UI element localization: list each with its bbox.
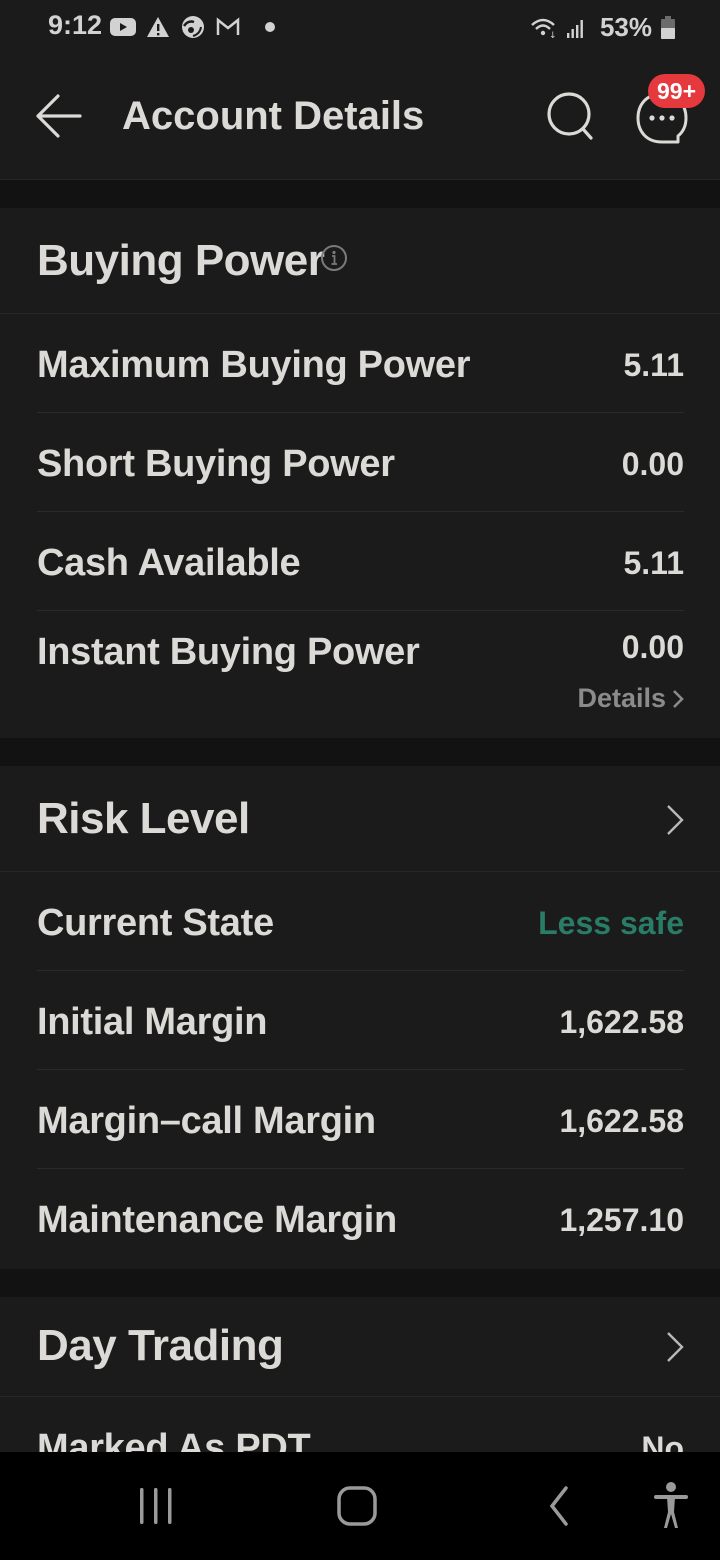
list-item: Marked As PDT No	[37, 1397, 684, 1452]
gmail-icon	[216, 17, 240, 35]
list-item: Initial Margin 1,622.58	[37, 971, 684, 1070]
section-divider	[0, 738, 720, 766]
notification-icons	[110, 14, 278, 40]
row-value: 0.00	[621, 446, 684, 482]
recent-apps-button[interactable]	[134, 1480, 178, 1537]
back-button[interactable]	[30, 88, 86, 144]
list-item: Margin–call Margin 1,622.58	[37, 1070, 684, 1169]
page-title: Account Details	[122, 94, 425, 138]
search-button[interactable]	[544, 90, 598, 144]
accessibility-button[interactable]	[648, 1480, 694, 1537]
risk-level-header[interactable]: Risk Level	[0, 766, 720, 872]
row-value: 5.11	[623, 545, 684, 581]
home-button[interactable]	[334, 1480, 380, 1537]
day-trading-section: Day Trading Marked As PDT No	[0, 1297, 720, 1452]
battery-percent: 53%	[599, 12, 652, 42]
section-title: Risk Level	[37, 794, 250, 843]
row-label: Instant Buying Power	[37, 631, 420, 673]
row-label: Maintenance Margin	[37, 1199, 397, 1241]
sync-app-icon	[182, 16, 204, 38]
chevron-right-icon	[673, 689, 684, 708]
svg-text:↓↑: ↓↑	[549, 31, 558, 39]
row-label: Short Buying Power	[37, 443, 395, 485]
row-label: Marked As PDT	[37, 1427, 311, 1452]
buying-power-section: Buying Power Maximum Buying Power 5.11 S…	[0, 208, 720, 738]
chevron-right-icon	[667, 1332, 684, 1362]
recent-apps-icon	[140, 1488, 172, 1524]
status-bar: 9:12 ↓↑ 53%	[0, 0, 720, 54]
battery-icon	[661, 15, 675, 39]
system-nav-bar	[0, 1452, 720, 1560]
back-nav-button[interactable]	[540, 1480, 580, 1537]
list-item: Current State Less safe	[37, 872, 684, 971]
home-icon	[337, 1486, 377, 1526]
buying-power-header: Buying Power	[0, 208, 720, 314]
wifi-icon: ↓↑	[531, 18, 558, 39]
section-divider	[0, 180, 720, 208]
warning-icon	[147, 17, 169, 37]
youtube-icon	[110, 18, 136, 36]
system-status-icons: ↓↑ 53%	[530, 12, 676, 43]
back-chevron-icon	[549, 1486, 568, 1526]
messages-badge: 99+	[648, 74, 706, 108]
back-arrow-icon	[36, 94, 82, 138]
day-trading-header[interactable]: Day Trading	[0, 1297, 720, 1397]
info-icon[interactable]	[320, 244, 348, 272]
row-value: 0.00	[621, 629, 684, 665]
row-value: 1,622.58	[559, 1004, 684, 1040]
section-title: Day Trading	[37, 1321, 284, 1370]
dot-icon	[265, 22, 275, 32]
row-value: 1,257.10	[559, 1202, 684, 1238]
signal-icon	[566, 19, 583, 38]
details-link[interactable]: Details	[577, 683, 684, 714]
chevron-right-icon	[667, 805, 684, 835]
details-label: Details	[577, 683, 666, 713]
row-label: Cash Available	[37, 542, 301, 584]
list-item: Short Buying Power 0.00	[37, 413, 684, 512]
status-time: 9:12	[48, 10, 103, 40]
list-item: Maintenance Margin 1,257.10	[37, 1169, 684, 1268]
risk-level-section: Risk Level Current State Less safe Initi…	[0, 766, 720, 1269]
list-item: Instant Buying Power 0.00 Details	[37, 611, 684, 737]
row-value: 1,622.58	[559, 1103, 684, 1139]
section-title: Buying Power	[37, 236, 325, 285]
accessibility-icon	[654, 1482, 688, 1528]
row-label: Maximum Buying Power	[37, 344, 471, 386]
list-item: Cash Available 5.11	[37, 512, 684, 611]
list-item: Maximum Buying Power 5.11	[37, 314, 684, 413]
row-label: Current State	[37, 902, 274, 944]
row-value: No	[641, 1430, 684, 1452]
row-label: Margin–call Margin	[37, 1100, 376, 1142]
section-divider	[0, 1269, 720, 1297]
row-value: 5.11	[623, 347, 684, 383]
row-label: Initial Margin	[37, 1001, 268, 1043]
search-icon	[547, 92, 593, 140]
risk-state-value: Less safe	[538, 905, 684, 941]
app-header: Account Details	[0, 54, 720, 180]
